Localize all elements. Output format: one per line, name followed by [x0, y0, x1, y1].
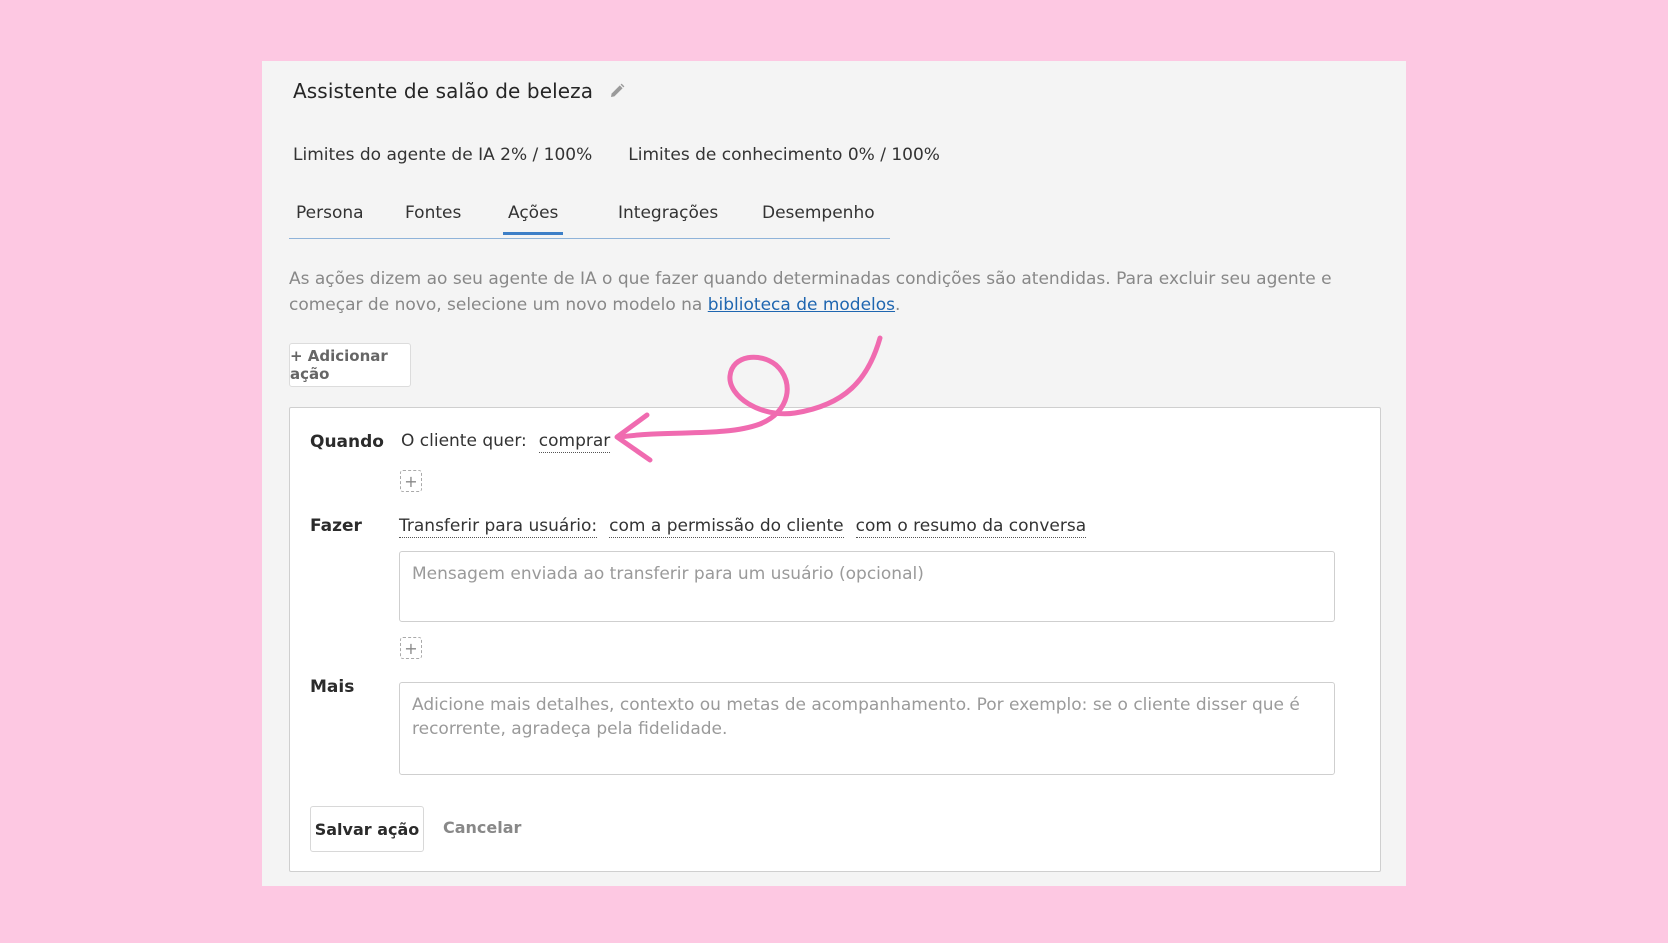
action-row: Transferir para usuário: com a permissão… — [399, 516, 1087, 538]
tab-desempenho[interactable]: Desempenho — [757, 203, 880, 232]
title-row: Assistente de salão de beleza — [293, 79, 627, 103]
tab-bar: Persona Fontes Ações Integrações Desempe… — [289, 199, 890, 239]
save-action-button[interactable]: Salvar ação — [310, 806, 424, 852]
transfer-message-field[interactable]: Mensagem enviada ao transferir para um u… — [399, 551, 1335, 622]
customer-permission-option[interactable]: com a permissão do cliente — [609, 516, 844, 538]
do-label: Fazer — [310, 516, 362, 536]
conversation-summary-option[interactable]: com o resumo da conversa — [855, 516, 1087, 538]
tab-integracoes[interactable]: Integrações — [613, 203, 723, 232]
template-library-link[interactable]: biblioteca de modelos — [708, 295, 895, 315]
more-label: Mais — [310, 677, 355, 697]
condition-prefix: O cliente quer: — [401, 431, 527, 451]
tab-fontes[interactable]: Fontes — [400, 203, 466, 232]
when-label: Quando — [310, 432, 384, 452]
more-details-field[interactable]: Adicione mais detalhes, contexto ou meta… — [399, 682, 1335, 775]
action-editor-card: Quando O cliente quer: comprar + Fazer T… — [289, 407, 1381, 872]
cancel-button[interactable]: Cancelar — [443, 818, 521, 837]
add-action-step-button[interactable]: + — [400, 637, 422, 659]
description-suffix: . — [895, 295, 901, 315]
pencil-icon[interactable] — [607, 81, 627, 101]
actions-description: As ações dizem ao seu agente de IA o que… — [289, 266, 1359, 318]
knowledge-limit: Limites de conhecimento 0% / 100% — [628, 145, 940, 165]
add-condition-button[interactable]: + — [400, 470, 422, 492]
agent-limit: Limites do agente de IA 2% / 100% — [293, 145, 593, 165]
agent-settings-panel: Assistente de salão de beleza Limites do… — [262, 61, 1406, 886]
action-type-dropdown[interactable]: Transferir para usuário: — [399, 516, 598, 538]
plus-icon: + — [404, 471, 418, 491]
tab-persona[interactable]: Persona — [291, 203, 369, 232]
tab-acoes[interactable]: Ações — [503, 203, 564, 235]
condition-value-dropdown[interactable]: comprar — [538, 431, 611, 453]
add-action-button[interactable]: + Adicionar ação — [289, 343, 411, 387]
usage-limits: Limites do agente de IA 2% / 100% Limite… — [293, 145, 940, 165]
agent-title: Assistente de salão de beleza — [293, 79, 594, 103]
plus-icon: + — [404, 638, 418, 658]
condition-row: O cliente quer: comprar — [401, 431, 611, 453]
